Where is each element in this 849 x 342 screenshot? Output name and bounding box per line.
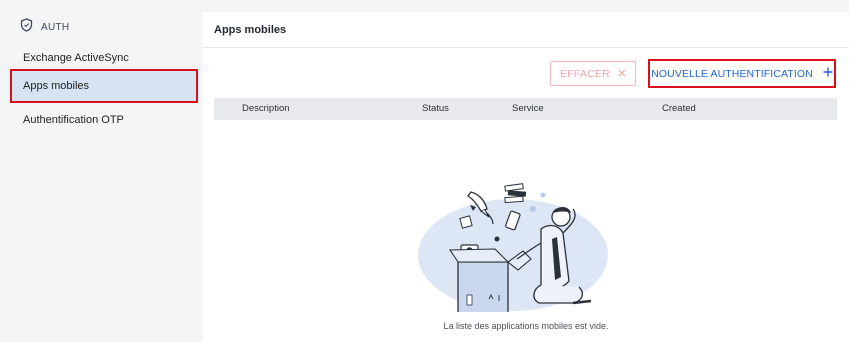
- empty-box-illustration: [418, 183, 608, 312]
- new-authentication-button[interactable]: NOUVELLE AUTHENTIFICATION: [648, 59, 836, 88]
- sidebar-section-label: AUTH: [41, 22, 70, 33]
- table-header: Description Status Service Created: [214, 98, 837, 120]
- page-title: Apps mobiles: [214, 24, 287, 36]
- sidebar-item-label: Apps mobiles: [23, 80, 90, 92]
- sidebar-section-header: AUTH: [20, 18, 69, 37]
- sidebar-item-label: Authentification OTP: [23, 114, 124, 126]
- plus-icon: [823, 67, 833, 80]
- empty-state-message: La liste des applications mobiles est vi…: [443, 321, 609, 331]
- main-panel: Apps mobiles EFFACER NOUVELLE AUTHENTIFI…: [203, 12, 849, 342]
- clear-button-label: EFFACER: [560, 67, 610, 80]
- header-divider: [203, 47, 849, 48]
- sidebar: AUTH Exchange ActiveSync Apps mobiles Au…: [0, 0, 203, 342]
- sidebar-item-label: Exchange ActiveSync: [23, 52, 129, 64]
- sidebar-item-apps-mobiles[interactable]: Apps mobiles: [10, 69, 198, 103]
- column-header-status[interactable]: Status: [422, 103, 449, 114]
- clear-button[interactable]: EFFACER: [550, 61, 636, 86]
- sidebar-item-exchange-activesync[interactable]: Exchange ActiveSync: [12, 43, 196, 73]
- shield-icon: [20, 18, 33, 37]
- close-icon: [618, 68, 626, 80]
- column-header-created[interactable]: Created: [662, 103, 696, 114]
- books-icon: [504, 183, 527, 204]
- column-header-service[interactable]: Service: [512, 103, 544, 114]
- new-authentication-button-label: NOUVELLE AUTHENTIFICATION: [651, 67, 813, 80]
- sidebar-item-authentification-otp[interactable]: Authentification OTP: [12, 105, 196, 135]
- column-header-description[interactable]: Description: [242, 103, 290, 114]
